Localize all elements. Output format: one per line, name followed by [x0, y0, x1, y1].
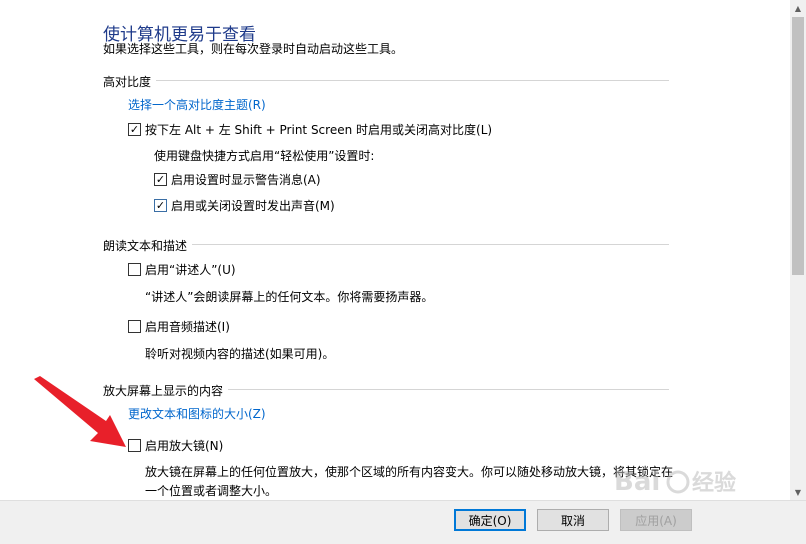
svg-text:Bai: Bai	[614, 467, 660, 497]
scroll-down-icon[interactable]: ▼	[790, 484, 806, 500]
shortcut-toggle-checkbox-row[interactable]: 按下左 Alt + 左 Shift + Print Screen 时启用或关闭高…	[128, 121, 492, 138]
enable-magnifier-label: 启用放大镜(N)	[145, 439, 224, 453]
audio-description-label: 启用音频描述(I)	[145, 320, 230, 334]
divider	[156, 80, 669, 81]
divider	[228, 389, 669, 390]
sound-option-label: 启用或关闭设置时发出声音(M)	[171, 199, 335, 213]
scrollbar-thumb[interactable]	[792, 17, 804, 275]
magnifier-description-line2: 一个位置或者调整大小。	[145, 484, 278, 498]
sound-option-checkbox[interactable]	[154, 199, 167, 212]
enable-narrator-row[interactable]: 启用“讲述人”(U)	[128, 261, 236, 278]
section-header-high-contrast: 高对比度	[103, 75, 152, 89]
narrator-description: “讲述人”会朗读屏幕上的任何文本。你将需要扬声器。	[145, 290, 434, 304]
section-header-narrator: 朗读文本和描述	[103, 239, 188, 253]
page-subtitle: 如果选择这些工具，则在每次登录时自动启动这些工具。	[103, 42, 404, 56]
apply-button[interactable]: 应用(A)	[620, 509, 692, 531]
vertical-scrollbar[interactable]: ▲ ▼	[790, 0, 806, 500]
shortcut-note: 使用键盘快捷方式启用“轻松使用”设置时:	[154, 149, 375, 163]
annotation-arrow-icon	[34, 376, 126, 447]
shortcut-toggle-label: 按下左 Alt + 左 Shift + Print Screen 时启用或关闭高…	[145, 123, 493, 137]
ok-button[interactable]: 确定(O)	[454, 509, 526, 531]
resize-text-link[interactable]: 更改文本和图标的大小(Z)	[128, 405, 266, 422]
audio-description-note: 聆听对视频内容的描述(如果可用)。	[145, 347, 335, 361]
enable-magnifier-row[interactable]: 启用放大镜(N)	[128, 437, 223, 454]
high-contrast-theme-link[interactable]: 选择一个高对比度主题(R)	[128, 96, 266, 113]
scroll-up-icon[interactable]: ▲	[790, 0, 806, 16]
warning-option-label: 启用设置时显示警告消息(A)	[171, 173, 321, 187]
sound-option-row[interactable]: 启用或关闭设置时发出声音(M)	[154, 197, 335, 214]
warning-option-row[interactable]: 启用设置时显示警告消息(A)	[154, 171, 321, 188]
cancel-button[interactable]: 取消	[537, 509, 609, 531]
svg-text:经验: 经验	[692, 470, 736, 496]
audio-description-row[interactable]: 启用音频描述(I)	[128, 318, 230, 335]
enable-narrator-label: 启用“讲述人”(U)	[145, 263, 236, 277]
magnifier-description-line1: 放大镜在屏幕上的任何位置放大，使那个区域的所有内容变大。你可以随处移动放大镜，将…	[145, 465, 674, 479]
divider	[192, 244, 669, 245]
baidu-watermark-icon: Bai 经验	[614, 467, 736, 497]
enable-narrator-checkbox[interactable]	[128, 263, 141, 276]
warning-option-checkbox[interactable]	[154, 173, 167, 186]
settings-panel: 使计算机更易于查看 如果选择这些工具，则在每次登录时自动启动这些工具。 高对比度…	[0, 0, 790, 500]
shortcut-toggle-checkbox[interactable]	[128, 123, 141, 136]
audio-description-checkbox[interactable]	[128, 320, 141, 333]
